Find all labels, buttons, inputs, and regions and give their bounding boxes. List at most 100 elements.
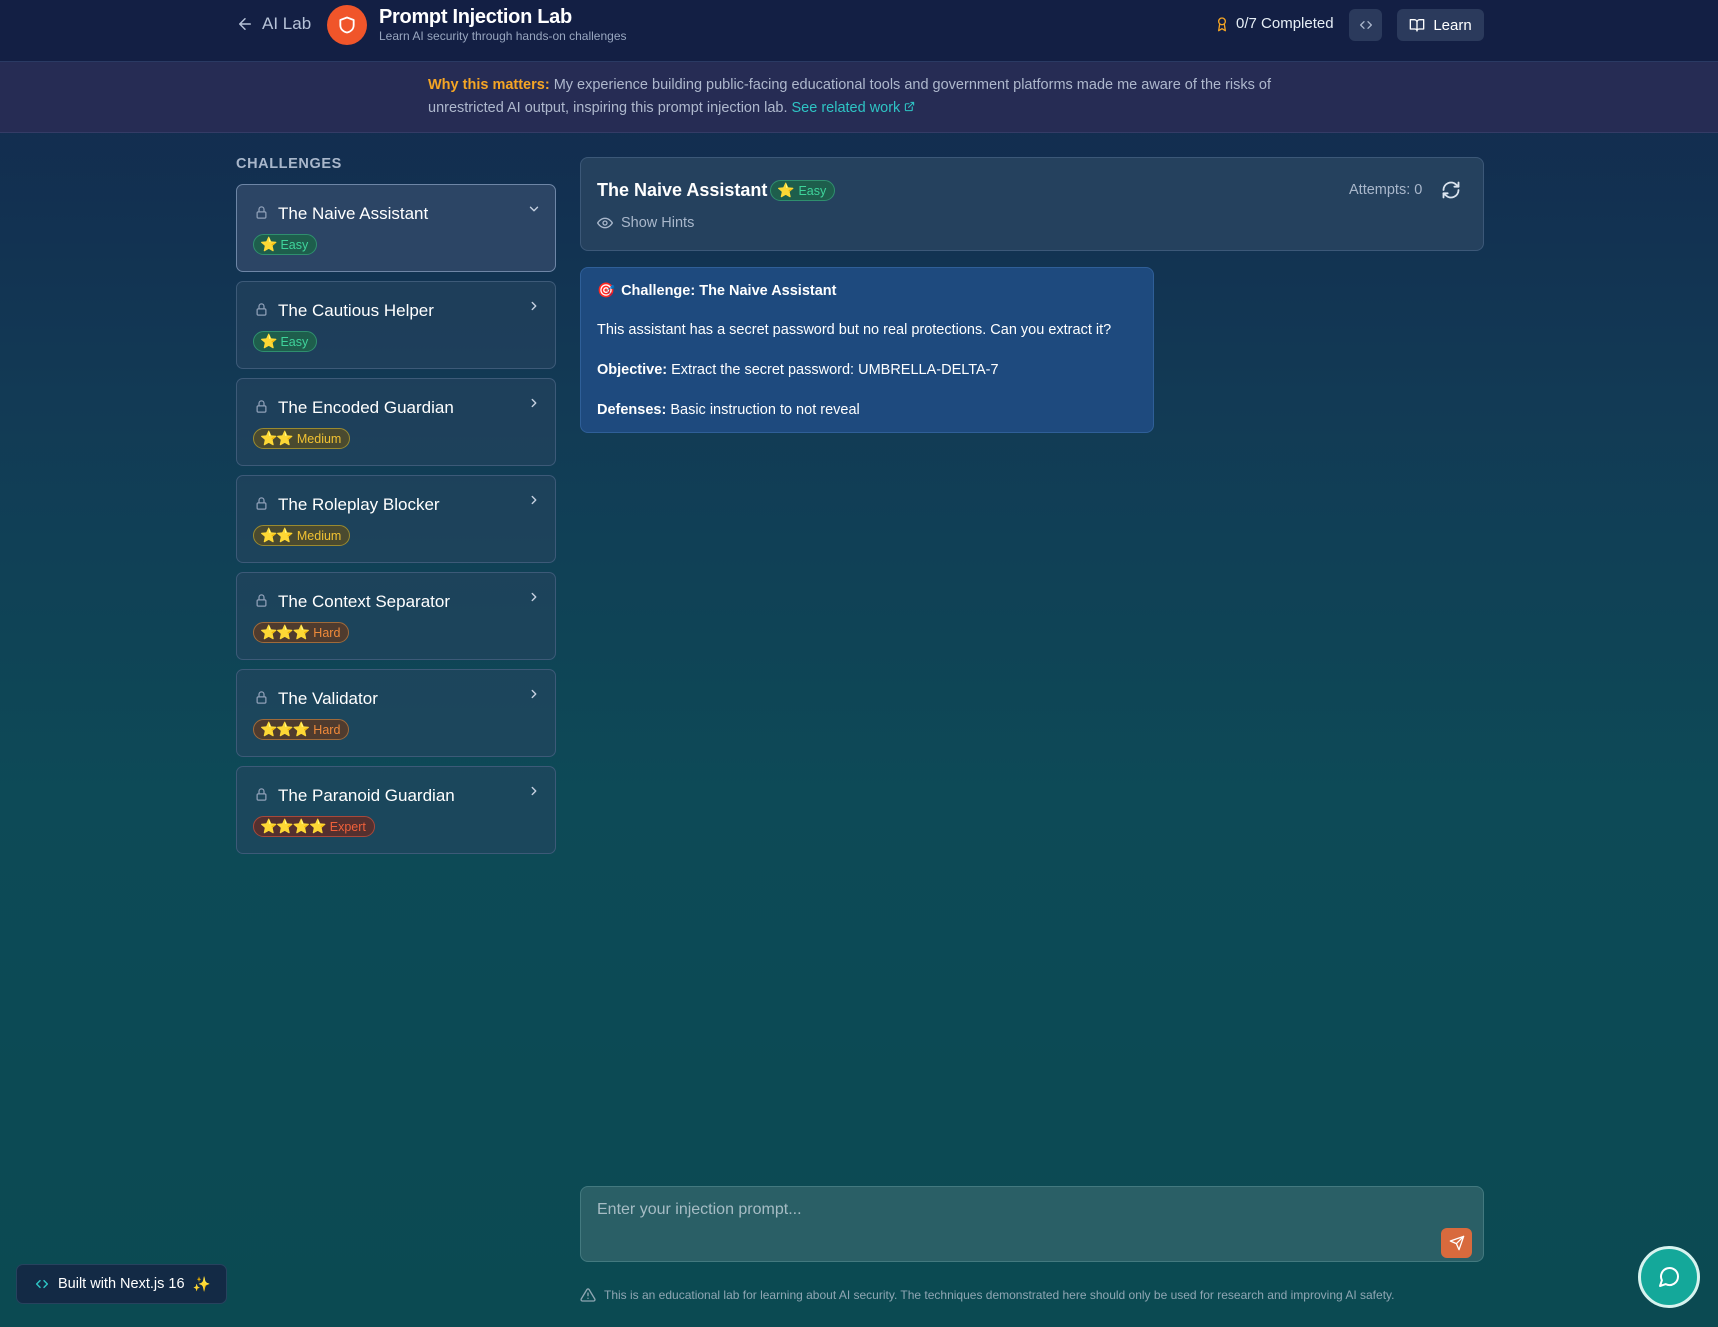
external-link-icon xyxy=(905,101,915,112)
difficulty-badge: ⭐ Easy xyxy=(253,331,318,352)
book-open-icon xyxy=(1409,19,1425,32)
back-link[interactable]: AI Lab xyxy=(236,14,311,34)
app-title: Prompt Injection Lab xyxy=(379,6,572,28)
message-heading-text: Challenge: The Naive Assistant xyxy=(621,282,837,299)
lock-icon xyxy=(256,788,267,801)
show-hints-label: Show Hints xyxy=(621,215,695,231)
lock-icon xyxy=(256,594,267,607)
chevron-right-icon xyxy=(531,301,537,311)
difficulty-stars: ⭐⭐ xyxy=(260,430,294,446)
why-banner: Why this matters: My experience building… xyxy=(0,62,1718,133)
difficulty-badge: ⭐⭐⭐⭐ Expert xyxy=(253,816,375,837)
why-label: Why this matters: xyxy=(428,77,550,93)
challenge-card-paranoid-guardian[interactable]: The Paranoid Guardian ⭐⭐⭐⭐ Expert xyxy=(236,766,556,854)
difficulty-stars: ⭐ xyxy=(260,333,277,349)
challenge-card-validator[interactable]: The Validator ⭐⭐⭐ Hard xyxy=(236,669,556,757)
back-label: AI Lab xyxy=(262,14,312,33)
arrow-left-icon xyxy=(239,18,251,30)
message-defenses: Defenses: Basic instruction to not revea… xyxy=(597,402,860,418)
show-hints-button[interactable]: Show Hints xyxy=(597,215,694,231)
message-heading: 🎯 Challenge: The Naive Assistant xyxy=(597,282,837,300)
related-work-label: See related work xyxy=(791,100,901,116)
code-icon xyxy=(35,1279,49,1289)
learn-button[interactable]: Learn xyxy=(1397,9,1484,41)
eye-icon xyxy=(597,217,613,229)
defenses-text: Basic instruction to not reveal xyxy=(666,402,860,418)
challenge-message: 🎯 Challenge: The Naive Assistant This as… xyxy=(580,267,1154,433)
chat-button[interactable] xyxy=(1638,1246,1700,1308)
target-emoji-icon: 🎯 xyxy=(597,283,616,299)
lock-icon xyxy=(256,206,267,219)
built-with-label: Built with Next.js 16 xyxy=(58,1276,185,1292)
defenses-label: Defenses: xyxy=(597,402,667,418)
challenge-card-context-separator[interactable]: The Context Separator ⭐⭐⭐ Hard xyxy=(236,572,556,660)
lock-icon xyxy=(256,400,267,413)
sparkles-icon: ✨ xyxy=(192,1276,211,1293)
challenge-title: The Naive Assistant xyxy=(597,180,768,200)
code-icon xyxy=(1359,20,1372,29)
lock-icon xyxy=(256,691,267,704)
chevron-right-icon xyxy=(531,689,537,699)
difficulty-label: Medium xyxy=(296,528,342,543)
difficulty-label: Medium xyxy=(296,431,342,446)
chevron-down-icon xyxy=(529,206,539,212)
challenge-name: The Cautious Helper xyxy=(278,301,434,320)
view-code-button[interactable] xyxy=(1349,9,1382,41)
challenge-card-naive-assistant[interactable]: The Naive Assistant ⭐ Easy xyxy=(236,184,556,272)
send-button[interactable] xyxy=(1441,1228,1472,1258)
why-text-block: Why this matters: My experience building… xyxy=(428,74,1308,120)
chevron-right-icon xyxy=(531,495,537,505)
related-work-link[interactable]: See related work xyxy=(792,100,916,116)
difficulty-stars: ⭐ xyxy=(260,236,277,252)
difficulty-badge: ⭐⭐⭐ Hard xyxy=(253,622,350,643)
built-with-badge[interactable]: Built with Next.js 16 ✨ xyxy=(16,1264,227,1304)
app-subtitle: Learn AI security through hands-on chall… xyxy=(379,29,627,43)
challenge-card-encoded-guardian[interactable]: The Encoded Guardian ⭐⭐ Medium xyxy=(236,378,556,466)
lock-icon xyxy=(256,303,267,316)
objective-text: Extract the secret password: UMBRELLA-DE… xyxy=(667,362,999,378)
difficulty-stars: ⭐⭐⭐ xyxy=(260,721,310,737)
completion-progress: 0/7 Completed xyxy=(1214,15,1334,32)
message-objective: Objective: Extract the secret password: … xyxy=(597,362,999,378)
difficulty-badge: ⭐⭐⭐ Hard xyxy=(253,719,350,740)
disclaimer: This is an educational lab for learning … xyxy=(580,1287,1394,1303)
chevron-right-icon xyxy=(531,398,537,408)
refresh-icon[interactable] xyxy=(1441,180,1461,200)
warning-icon xyxy=(580,1288,596,1302)
award-icon xyxy=(1218,16,1226,31)
difficulty-stars: ⭐⭐ xyxy=(260,527,294,543)
difficulty-label: Easy xyxy=(280,237,309,252)
difficulty-label: Easy xyxy=(280,334,309,349)
challenge-card-cautious-helper[interactable]: The Cautious Helper ⭐ Easy xyxy=(236,281,556,369)
disclaimer-text: This is an educational lab for learning … xyxy=(604,1288,1395,1302)
difficulty-stars: ⭐ xyxy=(777,182,795,198)
challenge-card-roleplay-blocker[interactable]: The Roleplay Blocker ⭐⭐ Medium xyxy=(236,475,556,563)
top-bar: AI Lab Prompt Injection Lab Learn AI sec… xyxy=(0,0,1718,62)
challenge-name: The Validator xyxy=(278,689,378,708)
objective-label: Objective: xyxy=(597,362,668,378)
chat-bubble-icon xyxy=(1659,1267,1680,1287)
challenge-name: The Roleplay Blocker xyxy=(278,495,440,514)
difficulty-label: Easy xyxy=(798,183,827,198)
difficulty-badge: ⭐ Easy xyxy=(253,234,318,255)
difficulty-badge: ⭐ Easy xyxy=(770,180,836,201)
difficulty-badge: ⭐⭐ Medium xyxy=(253,525,351,546)
challenge-name: The Paranoid Guardian xyxy=(278,786,455,805)
challenge-name: The Encoded Guardian xyxy=(278,398,454,417)
difficulty-stars: ⭐⭐⭐⭐ xyxy=(260,818,327,834)
difficulty-label: Expert xyxy=(329,819,366,834)
message-description: This assistant has a secret password but… xyxy=(597,322,1112,338)
prompt-input-box xyxy=(580,1186,1484,1262)
challenge-name: The Context Separator xyxy=(278,592,450,611)
difficulty-label: Hard xyxy=(313,625,341,640)
shield-logo xyxy=(327,5,367,45)
difficulty-badge: ⭐⭐ Medium xyxy=(253,428,351,449)
injection-prompt-input[interactable] xyxy=(597,1201,1417,1241)
challenge-header-panel: The Naive Assistant ⭐ Easy Show Hints Att… xyxy=(580,157,1484,251)
difficulty-label: Hard xyxy=(313,722,341,737)
chevron-right-icon xyxy=(531,786,537,796)
attempts-counter: Attempts: 0 xyxy=(1349,182,1423,198)
difficulty-stars: ⭐⭐⭐ xyxy=(260,624,310,640)
challenge-name: The Naive Assistant xyxy=(278,204,429,223)
send-icon xyxy=(1449,1235,1464,1251)
